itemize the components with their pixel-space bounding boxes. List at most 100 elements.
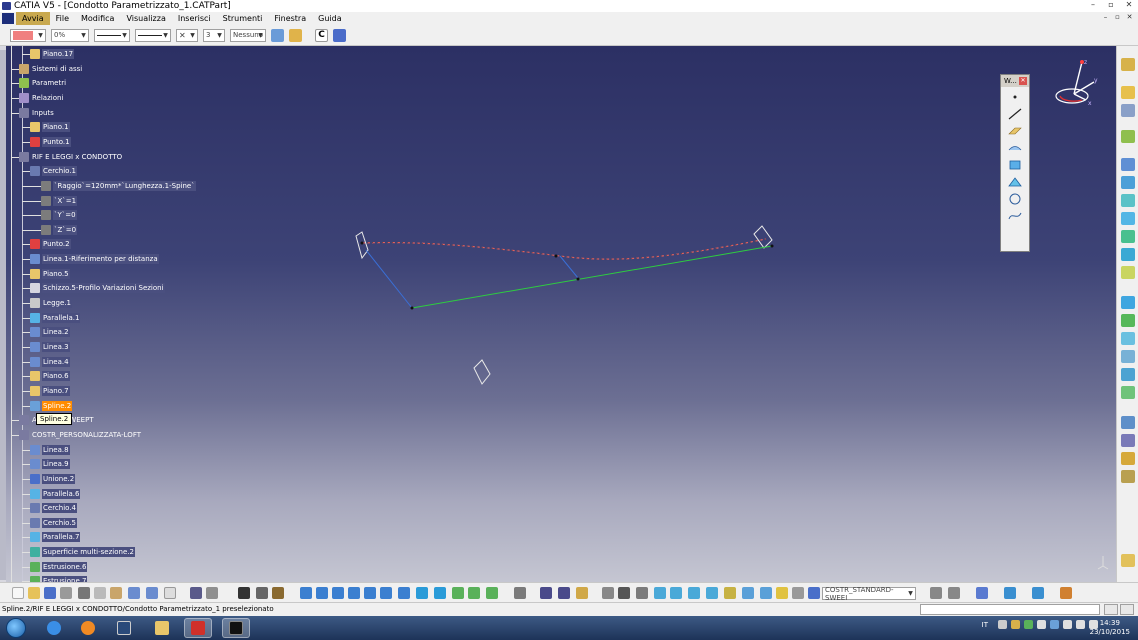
doc-restore-button[interactable]: ▫ (1113, 13, 1122, 22)
tree-node[interactable]: Estrusione.6 (30, 561, 88, 573)
tools-icon[interactable] (1121, 104, 1135, 117)
select-arrow-icon[interactable] (1121, 86, 1135, 99)
tray-flag-icon[interactable] (1063, 620, 1072, 629)
current-geometrical-set-combo[interactable]: COSTR_STANDARD-SWEEI ▼ (822, 586, 916, 602)
tree-node[interactable]: Spline.2 (30, 400, 73, 412)
define-in-work-object-icon[interactable] (808, 587, 820, 599)
fill-icon[interactable] (1121, 176, 1135, 189)
tree-node[interactable]: Parallela.1 (30, 312, 81, 324)
pattern-icon[interactable] (1121, 434, 1135, 447)
tree-node[interactable]: `Raggio`=120mm*`Lunghezza.1-Spine` (41, 180, 196, 192)
offset-icon[interactable] (1121, 248, 1135, 261)
point-marker[interactable] (770, 244, 774, 248)
tree-node[interactable]: Cerchio.5 (30, 517, 77, 529)
measure-icon[interactable] (272, 587, 284, 599)
plane-symbol-left[interactable] (355, 231, 369, 260)
spline-icon[interactable] (1007, 209, 1023, 223)
tree-node[interactable]: Punto.2 (30, 238, 71, 250)
catalog-icon[interactable]: C (315, 28, 328, 42)
sweep-icon[interactable] (1121, 158, 1135, 171)
start-orb-icon[interactable] (6, 618, 26, 638)
rendering-style-combo[interactable]: 3 ▼ (203, 28, 225, 42)
fit-all-icon[interactable] (316, 587, 328, 599)
axis-icon[interactable] (636, 587, 648, 599)
green-line[interactable] (411, 245, 773, 309)
dimension-icon[interactable] (558, 587, 570, 599)
plane-symbol-lower[interactable] (473, 359, 491, 385)
menu-finestra[interactable]: Finestra (268, 12, 312, 25)
scan-icon[interactable] (256, 587, 268, 599)
constraint-icon[interactable] (540, 587, 552, 599)
tree-node[interactable]: Relazioni (19, 92, 64, 104)
boundary-icon[interactable] (1121, 332, 1135, 345)
minimize-button[interactable]: – (1086, 0, 1100, 10)
tree-scrollbar[interactable] (0, 46, 6, 582)
tree-node[interactable]: Cerchio.4 (30, 502, 77, 514)
specification-tree[interactable]: Piano.17 Sistemi di assi Parametri Relazion… (0, 46, 240, 582)
tree-node[interactable]: Piano.5 (30, 268, 70, 280)
rotate-view-icon[interactable] (348, 587, 360, 599)
tree-node[interactable]: `Y`=0 (41, 209, 77, 221)
tree-scrollbar-thumb[interactable] (0, 50, 6, 580)
menu-inserisci[interactable]: Inserisci (172, 12, 217, 25)
tree-node[interactable]: Punto.1 (30, 136, 71, 148)
lock-icon[interactable] (576, 587, 588, 599)
taskbar-explorer[interactable] (148, 618, 176, 638)
shading-icon[interactable] (452, 587, 464, 599)
tree-node[interactable]: Cerchio.1 (30, 165, 77, 177)
table-icon[interactable] (238, 587, 250, 599)
tray-security-icon[interactable] (1024, 620, 1033, 629)
update-icon[interactable] (514, 587, 526, 599)
tree-node[interactable]: Linea.1-Riferimento per distanza (30, 253, 159, 265)
rotate-icon[interactable] (1121, 386, 1135, 399)
taskbar-desktop[interactable] (110, 618, 138, 638)
taskbar-media-player[interactable] (74, 618, 102, 638)
point-marker[interactable] (576, 277, 580, 281)
format-painter-icon[interactable] (289, 28, 302, 42)
photo-studio-icon[interactable] (1060, 587, 1072, 599)
sketcher-icon[interactable] (1121, 58, 1135, 71)
tree-node[interactable]: Piano.17 (30, 48, 75, 60)
extrude-icon[interactable] (1121, 130, 1135, 143)
tree-node[interactable]: Linea.2 (30, 326, 70, 338)
intersection-icon[interactable] (1007, 158, 1023, 172)
tree-node[interactable]: Linea.4 (30, 356, 70, 368)
point-marker[interactable] (554, 254, 558, 258)
tree-node[interactable]: Schizzo.5-Profilo Variazioni Sezioni (30, 282, 165, 294)
3d-grid-icon[interactable] (688, 587, 700, 599)
blue-line-left[interactable] (365, 249, 413, 309)
menu-avvia[interactable]: Avvia (16, 12, 50, 25)
language-indicator[interactable]: IT (982, 621, 988, 629)
close-icon[interactable]: ✕ (1019, 77, 1027, 85)
render-icon[interactable] (1032, 587, 1044, 599)
point-marker[interactable] (360, 241, 364, 245)
scan-object-icon[interactable] (948, 587, 960, 599)
multi-section-icon[interactable] (1121, 212, 1135, 225)
surface-icon[interactable] (1121, 230, 1135, 243)
menu-guida[interactable]: Guida (312, 12, 347, 25)
compass-icon[interactable]: z y x (1052, 56, 1100, 106)
pan-icon[interactable] (332, 587, 344, 599)
tree-node[interactable]: Parametri (19, 77, 67, 89)
options-button[interactable] (1120, 604, 1134, 615)
fly-icon[interactable] (300, 587, 312, 599)
law-icon[interactable] (1121, 452, 1135, 465)
tree-node[interactable]: Piano.7 (30, 385, 70, 397)
tree-node[interactable]: `Z`=0 (41, 224, 78, 236)
knowledge-icon[interactable] (206, 587, 218, 599)
tray-battery-icon[interactable] (1076, 620, 1085, 629)
blend-icon[interactable] (1121, 194, 1135, 207)
split-icon[interactable] (1121, 296, 1135, 309)
menu-strumenti[interactable]: Strumenti (217, 12, 269, 25)
tree-node[interactable]: RIF E LEGGI x CONDOTTO (19, 151, 123, 163)
analysis-icon[interactable] (1121, 470, 1135, 483)
circle-icon[interactable] (1007, 192, 1023, 206)
stop-command-button[interactable] (1104, 604, 1118, 615)
taskbar-catia[interactable] (222, 618, 250, 638)
grid-icon[interactable] (654, 587, 666, 599)
line-icon[interactable] (1007, 107, 1023, 121)
swap-space-icon[interactable] (486, 587, 498, 599)
tree-node[interactable]: Linea.3 (30, 341, 70, 353)
annotation-icon[interactable] (976, 587, 988, 599)
help-icon[interactable] (164, 587, 176, 599)
